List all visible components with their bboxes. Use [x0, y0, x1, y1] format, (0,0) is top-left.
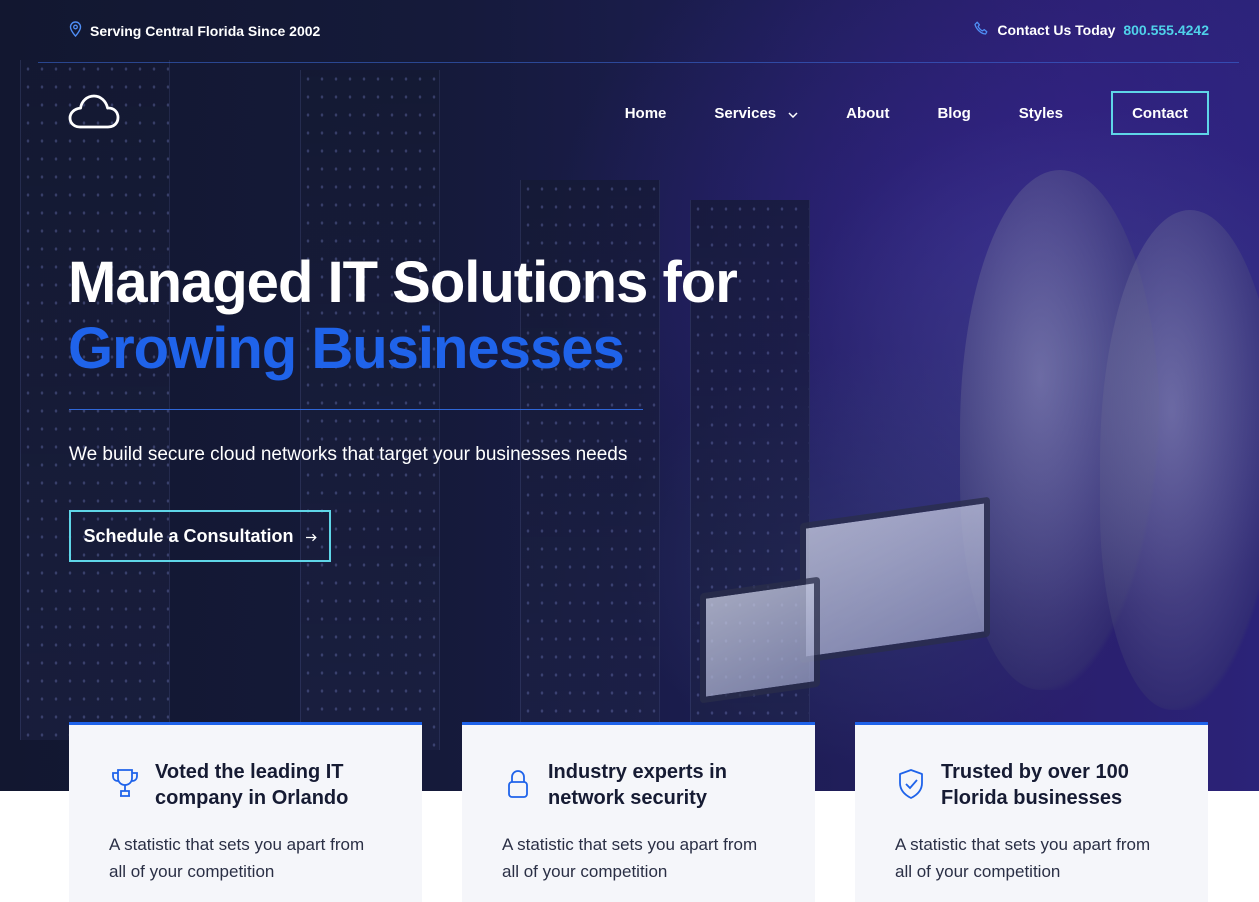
nav-item-home[interactable]: Home: [625, 105, 667, 122]
topbar-divider: [38, 62, 1239, 63]
nav-item-label: Styles: [1018, 104, 1063, 122]
hero-divider: [69, 409, 643, 410]
hero-headline: Managed IT Solutions for Growing Busines…: [68, 250, 738, 382]
trophy-icon: [109, 767, 141, 803]
nav-item-blog[interactable]: Blog: [937, 105, 970, 122]
feature-card: Trusted by over 100 Florida businesses A…: [855, 722, 1208, 902]
nav-item-label: Home: [624, 104, 667, 122]
feature-card: Industry experts in network security A s…: [462, 722, 815, 902]
card-title: Trusted by over 100 Florida businesses: [941, 761, 1129, 809]
card-text: A statistic that sets you apart from all…: [109, 835, 365, 881]
contact-label: Contact Us Today: [997, 22, 1116, 38]
top-bar: Serving Central Florida Since 2002 Conta…: [0, 0, 1259, 62]
headline-line-2: Growing Businesses: [68, 316, 625, 381]
laptop-image: [700, 576, 820, 704]
hero-subtext: We build secure cloud networks that targ…: [69, 444, 628, 465]
main-navigation: Home Services About Blog Styles Contact: [625, 91, 1209, 135]
nav-item-label: About: [846, 104, 890, 122]
chevron-down-icon: [788, 105, 798, 122]
phone-number-link[interactable]: 800.555.4242: [1123, 22, 1209, 38]
card-title: Voted the leading IT company in Orlando: [155, 761, 349, 809]
map-pin-icon: [69, 21, 82, 40]
feature-card: Voted the leading IT company in Orlando …: [69, 722, 422, 902]
card-title: Industry experts in network security: [548, 761, 727, 809]
card-text: A statistic that sets you apart from all…: [895, 835, 1151, 881]
lock-icon: [502, 767, 534, 803]
nav-item-services[interactable]: Services: [714, 105, 798, 122]
phone-icon: [974, 21, 989, 39]
cloud-logo-icon[interactable]: [68, 94, 120, 135]
shield-check-icon: [895, 767, 927, 803]
nav-item-styles[interactable]: Styles: [1019, 105, 1063, 122]
location-info: Serving Central Florida Since 2002: [69, 21, 320, 40]
location-text: Serving Central Florida Since 2002: [90, 22, 321, 39]
nav-item-about[interactable]: About: [846, 105, 889, 122]
schedule-consultation-button[interactable]: Schedule a Consultation: [69, 510, 331, 562]
nav-item-label: Services: [714, 104, 777, 122]
arrow-right-icon: [305, 526, 317, 547]
contact-button[interactable]: Contact: [1111, 91, 1209, 135]
card-text: A statistic that sets you apart from all…: [502, 835, 758, 881]
server-rack-image: [300, 70, 440, 750]
cta-label: Schedule a Consultation: [83, 525, 294, 546]
nav-item-label: Blog: [937, 104, 971, 122]
headline-line-1: Managed IT Solutions for: [68, 250, 738, 315]
server-rack-image: [20, 60, 170, 740]
contact-info: Contact Us Today 800.555.4242: [974, 21, 1209, 39]
laptop-image: [800, 496, 990, 664]
hero-section: Serving Central Florida Since 2002 Conta…: [0, 0, 1259, 791]
